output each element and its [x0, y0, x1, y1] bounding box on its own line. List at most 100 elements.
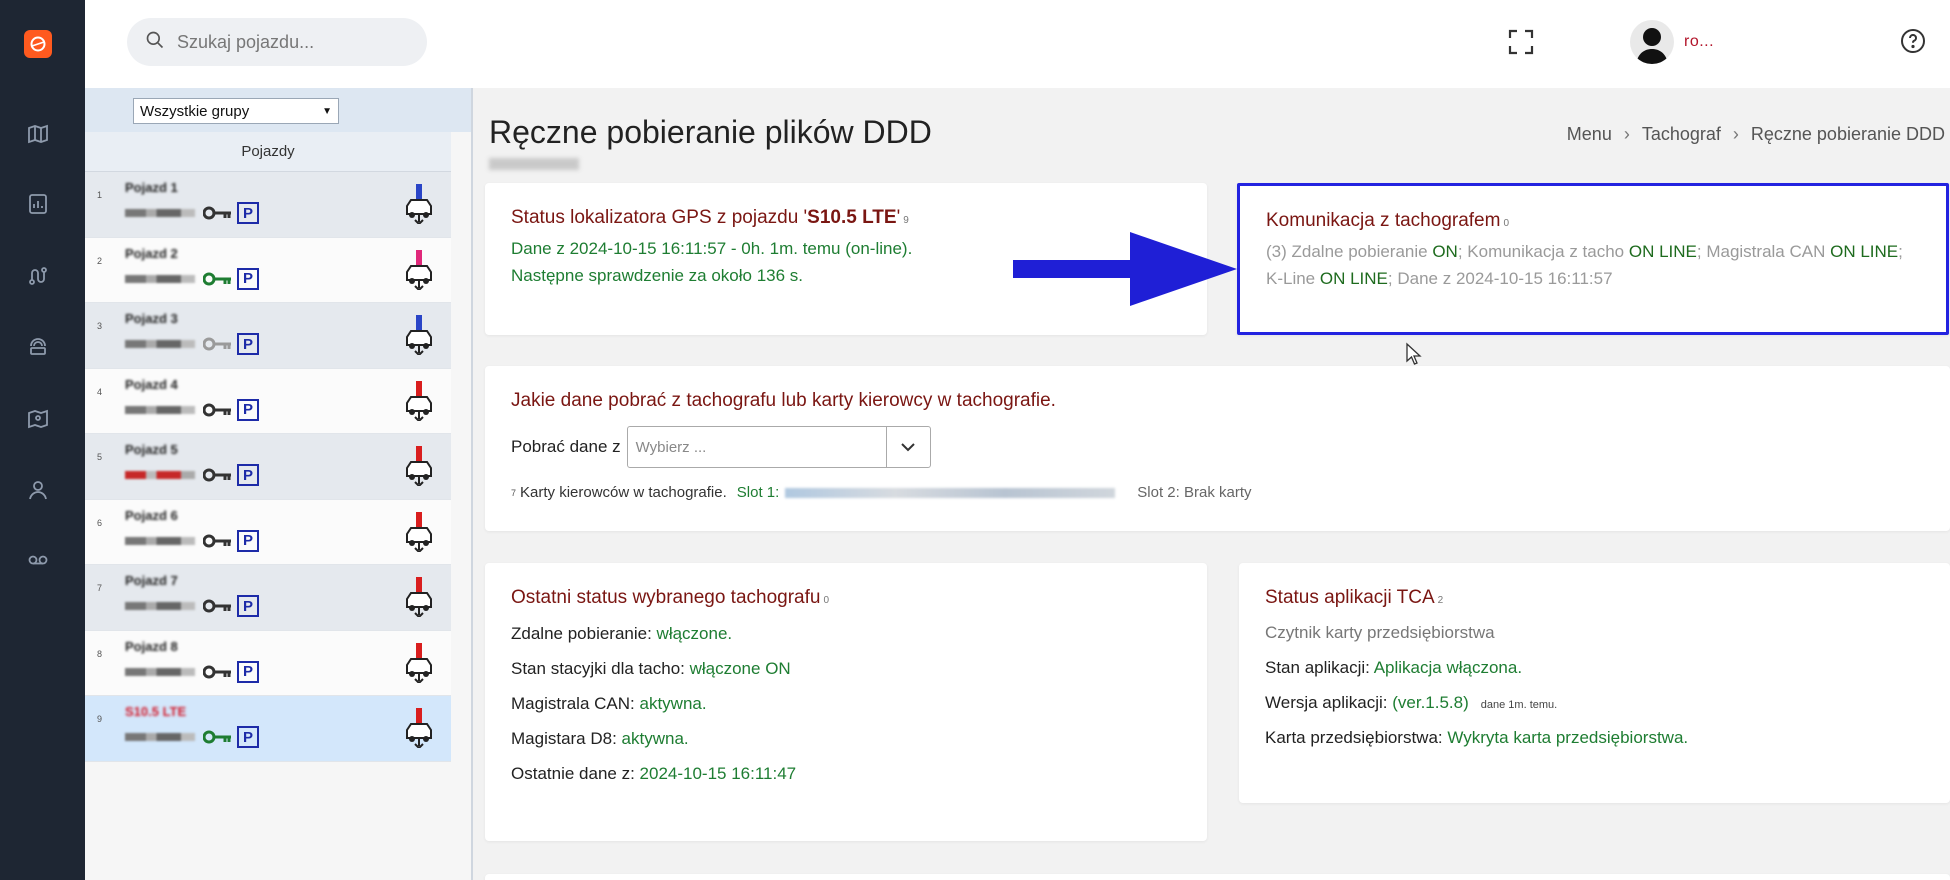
last-status-row: Magistrala CAN: aktywna.	[511, 694, 1181, 714]
vehicle-name: Pojazd 3	[125, 311, 178, 326]
tca-status-card: Status aplikacji TCA 2 Czytnik karty prze…	[1239, 563, 1950, 803]
vehicle-detail	[125, 602, 195, 610]
vehicle-status: P	[125, 398, 259, 421]
vehicle-detail	[125, 209, 195, 217]
route-icon[interactable]	[24, 262, 52, 290]
last-status-label: Zdalne pobieranie:	[511, 624, 657, 643]
vehicle-status: P	[125, 726, 259, 748]
search-box[interactable]	[127, 18, 427, 66]
breadcrumb-current: Ręczne pobieranie DDD	[1750, 124, 1945, 144]
voicemail-icon[interactable]	[24, 546, 52, 574]
top-header: ro...	[85, 0, 1950, 88]
vehicle-car-icon[interactable]	[401, 380, 437, 422]
fullscreen-icon[interactable]	[1507, 28, 1535, 56]
last-status-label: Stan stacyjki dla tacho:	[511, 659, 690, 678]
vehicle-name: Pojazd 7	[125, 573, 178, 588]
user-name: ro...	[1684, 33, 1715, 50]
vehicle-detail	[125, 536, 195, 545]
vehicle-car-icon[interactable]	[401, 642, 437, 684]
vehicle-car-icon[interactable]	[401, 511, 437, 553]
vehicle-index: 3	[97, 321, 103, 331]
main-content: Ręczne pobieranie plików DDD Menu › Tachog…	[475, 88, 1950, 880]
ignition-key-icon	[202, 665, 233, 679]
tachograph-icon[interactable]	[24, 332, 52, 360]
gps-status-title: Status lokalizatora GPS z pojazdu 'S10.5…	[511, 207, 909, 228]
parking-icon: P	[237, 464, 259, 486]
vehicle-car-icon[interactable]	[401, 708, 437, 750]
vehicle-row[interactable]: 4 Pojazd 4 P	[85, 368, 451, 434]
chevron-down-icon[interactable]	[885, 427, 930, 467]
vehicle-status: P	[125, 333, 259, 355]
vehicle-row[interactable]: 5 Pojazd 5 P	[85, 434, 451, 500]
vehicle-car-icon[interactable]	[401, 446, 437, 488]
vehicle-row[interactable]: 8 Pojazd 8 P	[85, 630, 451, 696]
breadcrumb-tachograf[interactable]: Tachograf	[1642, 124, 1721, 144]
search-input[interactable]	[177, 31, 407, 53]
breadcrumb-menu[interactable]: Menu	[1567, 124, 1612, 144]
vehicle-row[interactable]: 1 Pojazd 1 P	[85, 172, 451, 238]
map-icon[interactable]	[24, 120, 52, 148]
download-source-row: Pobrać dane z Wybierz ...	[511, 426, 1924, 468]
mouse-cursor-icon	[1406, 342, 1422, 365]
vehicle-detail	[125, 471, 195, 479]
last-status-row: Ostatnie dane z: 2024-10-15 16:11:47	[511, 764, 1181, 784]
app-logo-icon[interactable]	[24, 30, 52, 58]
download-source-placeholder: Wybierz ...	[635, 438, 707, 456]
tca-status-title: Status aplikacji TCA 2	[1265, 587, 1444, 608]
vehicle-car-icon[interactable]	[401, 184, 437, 226]
vehicle-car-icon[interactable]	[401, 315, 437, 357]
download-title: Jakie dane pobrać z tachografu lub karty…	[511, 390, 1056, 411]
user-menu[interactable]: ro...	[1630, 20, 1714, 64]
ignition-key-icon	[202, 403, 233, 417]
avatar	[1630, 20, 1674, 64]
ignition-key-icon	[202, 534, 233, 548]
last-status-card: Ostatni status wybranego tachografu 0 Zda…	[485, 563, 1207, 841]
slot1-value	[785, 487, 1116, 498]
vehicle-name: S10.5 LTE	[125, 704, 187, 719]
last-status-label: Magistara D8:	[511, 729, 622, 748]
reports-icon[interactable]	[24, 190, 52, 218]
tacho-communication-card: Komunikacja z tachografem 0 (3) Zdalne po…	[1237, 183, 1949, 335]
vehicle-car-icon[interactable]	[401, 249, 437, 291]
last-status-row: Stan stacyjki dla tacho: włączone ON	[511, 659, 1181, 679]
vehicle-row[interactable]: 9 S10.5 LTE P	[85, 696, 451, 762]
zones-icon[interactable]	[24, 405, 52, 433]
group-filter: Wszystkie grupy ▼	[85, 88, 471, 132]
last-status-row: Magistara D8: aktywna.	[511, 729, 1181, 749]
vehicle-car-icon[interactable]	[401, 577, 437, 619]
vehicle-index: 9	[97, 714, 103, 724]
vehicle-detail	[125, 340, 195, 348]
ignition-key-icon	[202, 468, 233, 482]
user-icon[interactable]	[24, 476, 52, 504]
vehicle-status: P	[125, 267, 259, 290]
vehicle-status: P	[125, 202, 259, 224]
vehicle-detail	[125, 405, 195, 414]
last-status-value: włączone.	[656, 624, 733, 643]
vehicle-row[interactable]: 2 Pojazd 2 P	[85, 237, 451, 303]
download-source-select[interactable]: Wybierz ...	[626, 426, 931, 468]
last-status-value: aktywna.	[639, 694, 707, 713]
vehicle-name: Pojazd 2	[125, 245, 178, 261]
slot1-label: Slot 1:	[736, 484, 780, 501]
ignition-key-icon	[202, 730, 233, 744]
last-status-value: 2024-10-15 16:11:47	[639, 764, 797, 783]
last-status-value: aktywna.	[621, 729, 689, 748]
vehicle-row[interactable]: 7 Pojazd 7 P	[85, 565, 451, 631]
vehicle-status: P	[125, 529, 259, 552]
vehicle-index: 7	[97, 583, 103, 593]
last-status-row: Zdalne pobieranie: włączone.	[511, 624, 1181, 644]
vehicle-row[interactable]: 6 Pojazd 6 P	[85, 499, 451, 565]
vehicle-row[interactable]: 3 Pojazd 3 P	[85, 303, 451, 369]
driver-cards-info: 7 Karty kierowców w tachografie. Slot 1:…	[511, 484, 1252, 501]
parking-icon: P	[237, 202, 259, 224]
caret-down-icon: ▼	[322, 105, 332, 117]
group-select[interactable]: Wszystkie grupy ▼	[133, 98, 339, 124]
help-icon[interactable]	[1900, 28, 1928, 56]
vehicle-detail	[125, 733, 195, 741]
breadcrumb: Menu › Tachograf › Ręczne pobieranie DDD	[1566, 124, 1945, 144]
vehicle-list: Pojazdy 1 Pojazd 1 P 2 Pojazd 2 P 3 Pojazd 3 P 4 P…	[85, 132, 451, 762]
next-card	[485, 874, 1950, 880]
download-card: Jakie dane pobrać z tachografu lub karty…	[485, 366, 1950, 531]
vehicle-list-header: Pojazdy	[85, 132, 451, 172]
last-status-title: Ostatni status wybranego tachografu 0	[511, 587, 830, 608]
